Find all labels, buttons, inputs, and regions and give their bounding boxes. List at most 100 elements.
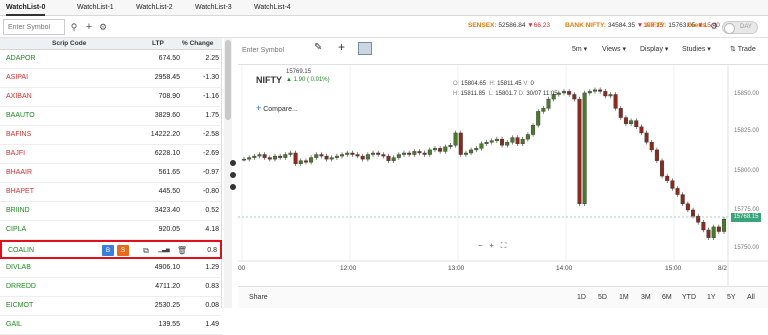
tab-watchlist-3[interactable]: WatchList-3 — [195, 0, 232, 16]
candle-body — [355, 154, 360, 157]
range-1d[interactable]: 1D — [577, 294, 586, 301]
studies-dropdown[interactable]: Studies ▾ — [682, 45, 711, 53]
watchlist-row[interactable]: GAIL 139.55 1.49 — [0, 316, 222, 335]
chart-symbol-price: 15769.15 — [286, 69, 312, 75]
candle-body — [371, 152, 376, 155]
tab-watchlist-1[interactable]: WatchList-1 — [77, 0, 114, 16]
range-3m[interactable]: 3M — [641, 294, 651, 301]
watchlist-search-input[interactable] — [3, 19, 65, 35]
scrip-code[interactable]: ASIPAI — [6, 74, 28, 81]
chart-symbol-input[interactable] — [242, 43, 302, 58]
candle-body — [536, 111, 541, 126]
resize-handle-dot[interactable] — [230, 160, 236, 166]
scrip-code[interactable]: BRIIND — [6, 207, 30, 214]
tab-watchlist-0[interactable]: WatchList-0 — [6, 0, 46, 16]
range-1y[interactable]: 1Y — [707, 294, 716, 301]
candle-body — [716, 226, 721, 232]
crosshair-icon[interactable]: + — [338, 40, 345, 54]
watchlist-row[interactable]: BHAAIR 561.65 -0.97 — [0, 164, 222, 183]
scrip-code[interactable]: DRREDD — [6, 283, 36, 290]
watchlist-row[interactable]: CIPLA 920.05 4.18 — [0, 221, 222, 240]
candle-body — [345, 152, 350, 155]
scrip-code[interactable]: BAJFI — [6, 150, 25, 157]
candle-body — [525, 134, 530, 140]
scrip-code[interactable]: BAFINS — [6, 131, 31, 138]
candle-body — [247, 157, 252, 160]
zoom-out-button[interactable]: − — [478, 241, 483, 250]
scrip-code[interactable]: BAAUTO — [6, 112, 35, 119]
settings-icon[interactable]: ⚙ — [96, 20, 110, 34]
candle-body — [505, 141, 510, 146]
scrip-code[interactable]: COALIN — [8, 247, 34, 254]
candle-body — [515, 137, 520, 144]
watchlist-row[interactable]: ADAPOR 674.50 2.25 — [0, 50, 222, 69]
range-all[interactable]: All — [747, 294, 755, 301]
scrip-code[interactable]: DIVLAB — [6, 264, 31, 271]
resize-handle-dot[interactable] — [230, 172, 236, 178]
sell-button[interactable]: S — [117, 245, 129, 256]
watchlist-row[interactable]: BAAUTO 3829.60 1.75 — [0, 107, 222, 126]
market-depth-icon[interactable]: ⧉ — [140, 245, 152, 256]
share-button[interactable]: Share — [249, 294, 268, 301]
range-5y[interactable]: 5Y — [727, 294, 736, 301]
watchlist-row[interactable]: DIVLAB 4906.10 1.29 — [0, 259, 222, 278]
banknifty-label: BANK NIFTY: — [565, 22, 607, 29]
nifty-label: NIFTY: — [646, 22, 667, 29]
views-dropdown[interactable]: Views ▾ — [602, 45, 626, 53]
change-value: -0.80 — [203, 188, 219, 195]
feeds-settings-icon[interactable]: ⚙ — [707, 19, 721, 33]
zoom-in-button[interactable]: + — [489, 241, 494, 250]
candle-body — [262, 154, 267, 158]
feeds-label[interactable]: Feeds — [687, 22, 706, 29]
price-chart[interactable]: NIFTY 15769.15 ▲ 1.90 ( 0.01%) + Compare… — [238, 64, 768, 287]
scrip-code[interactable]: BHAAIR — [6, 169, 32, 176]
delete-icon[interactable]: 🗑 — [176, 245, 188, 256]
watchlist-row[interactable]: DRREDD 4711.20 0.83 — [0, 278, 222, 297]
scrip-code[interactable]: AXIBAN — [6, 93, 32, 100]
candle-body — [685, 203, 690, 211]
resize-handle-dot[interactable] — [230, 184, 236, 190]
watchlist-row[interactable]: ASIPAI 2958.45 -1.30 — [0, 69, 222, 88]
candle-body — [257, 154, 262, 157]
ltp-value: 674.50 — [158, 55, 180, 62]
trade-button[interactable]: ⇅ Trade — [730, 45, 756, 53]
range-5d[interactable]: 5D — [598, 294, 607, 301]
range-6m[interactable]: 6M — [662, 294, 672, 301]
watchlist-row[interactable]: BHAPET 445.50 -0.80 — [0, 183, 222, 202]
compare-button[interactable]: + Compare... — [256, 103, 298, 113]
watchlist-row[interactable]: AXIBAN 708.90 -1.16 — [0, 88, 222, 107]
tab-watchlist-2[interactable]: WatchList-2 — [136, 0, 173, 16]
candle-body — [376, 152, 381, 155]
col-scrip-code[interactable]: Scrip Code — [52, 40, 86, 47]
compare-label: Compare... — [263, 106, 298, 113]
interval-dropdown[interactable]: 5m ▾ — [572, 45, 587, 53]
col-ltp[interactable]: LTP — [152, 40, 164, 47]
day-toggle[interactable]: DAY — [722, 21, 758, 34]
scrip-code[interactable]: BHAPET — [6, 188, 34, 195]
scrip-code[interactable]: GAIL — [6, 321, 22, 328]
chart-type-icon[interactable] — [358, 42, 372, 55]
display-dropdown[interactable]: Display ▾ — [640, 45, 668, 53]
buy-button[interactable]: B — [102, 245, 114, 256]
add-icon[interactable]: + — [82, 20, 96, 34]
change-value: 0.83 — [205, 283, 219, 290]
fullscreen-icon[interactable]: ⛶ — [501, 241, 507, 250]
scrollbar-thumb[interactable] — [225, 40, 231, 120]
watchlist-row[interactable]: BRIIND 3423.40 0.52 — [0, 202, 222, 221]
watchlist-row[interactable]: BAFINS 14222.20 -2.58 — [0, 126, 222, 145]
col-change[interactable]: % Change — [182, 40, 213, 47]
candle-body — [711, 226, 716, 238]
range-1m[interactable]: 1M — [619, 294, 629, 301]
watchlist-row[interactable]: EICMOT 2530.25 0.08 — [0, 297, 222, 316]
draw-pencil-icon[interactable]: ✎ — [314, 42, 322, 53]
tab-watchlist-4[interactable]: WatchList-4 — [254, 0, 291, 16]
ltp-value: 3829.60 — [154, 112, 180, 119]
range-ytd[interactable]: YTD — [682, 294, 696, 301]
scrip-code[interactable]: CIPLA — [6, 226, 26, 233]
x-tick: 14:00 — [556, 265, 573, 272]
watchlist-row[interactable]: BAJFI 6228.10 -2.69 — [0, 145, 222, 164]
chart-icon[interactable]: ▁▃▅ — [158, 245, 170, 256]
watchlist-row[interactable]: COALIN B S ⧉ ▁▃▅ 🗑 0.8 — [0, 240, 222, 259]
search-icon[interactable]: ⚲ — [67, 20, 81, 34]
scrip-code[interactable]: ADAPOR — [6, 55, 36, 62]
